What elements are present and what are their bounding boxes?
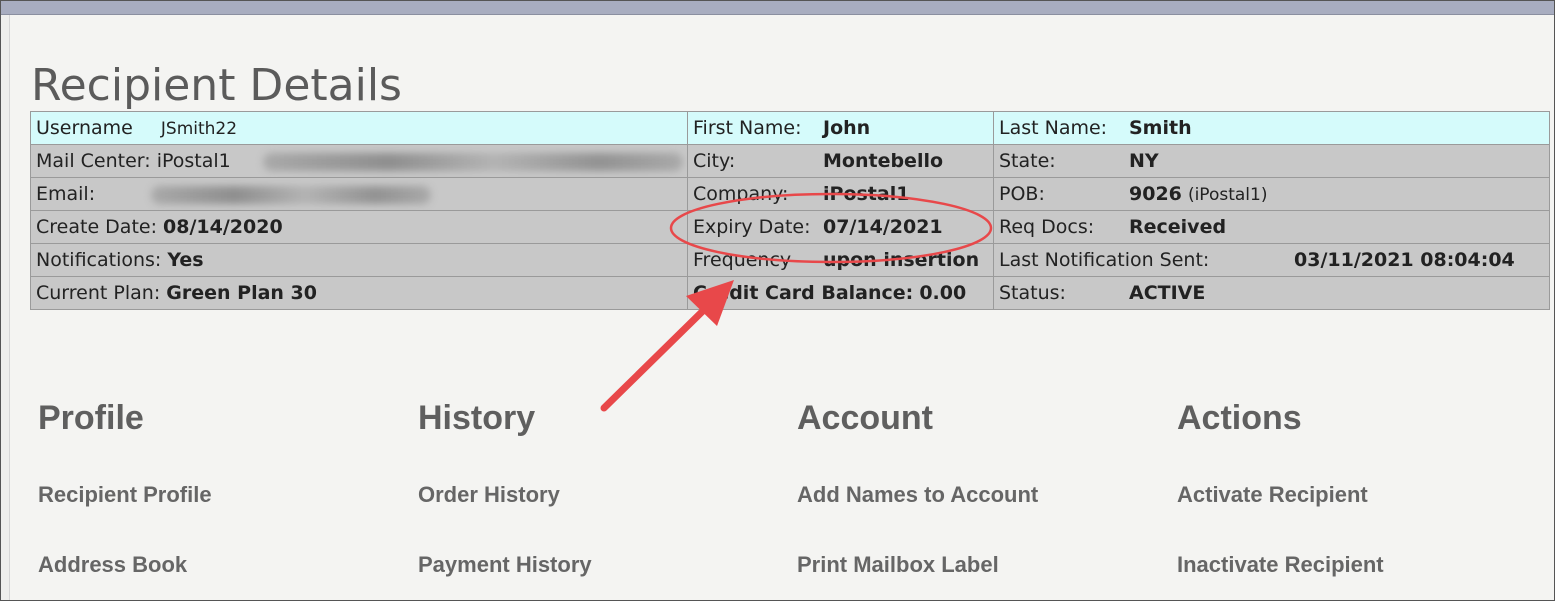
current-plan-cell: Current Plan: Green Plan 30 xyxy=(30,276,688,310)
print-mailbox-label-link[interactable]: Print Mailbox Label xyxy=(797,552,999,578)
last-notification-label: Last Notification Sent: xyxy=(999,249,1210,271)
email-cell: Email: xyxy=(30,177,688,211)
expiry-date-value: 07/14/2021 xyxy=(823,216,943,238)
recipient-profile-link[interactable]: Recipient Profile xyxy=(38,482,212,508)
details-row-plan: Current Plan: Green Plan 30 Credit Card … xyxy=(30,276,1550,310)
current-plan-value: Green Plan 30 xyxy=(166,282,318,304)
payment-history-link[interactable]: Payment History xyxy=(418,552,592,578)
company-value: iPostal1 xyxy=(823,183,910,205)
mail-center-value: iPostal1 xyxy=(156,150,231,172)
frequency-label: Frequency xyxy=(693,249,792,271)
first-name-value: John xyxy=(823,117,871,139)
pob-cell: POB: 9026 (iPostal1) xyxy=(993,177,1550,211)
pob-label: POB: xyxy=(999,183,1045,205)
city-value: Montebello xyxy=(823,150,944,172)
state-cell: State: NY xyxy=(993,144,1550,178)
frequency-value: upon insertion xyxy=(823,249,980,271)
cc-balance-label: Credit Card Balance: xyxy=(693,282,914,304)
state-value: NY xyxy=(1129,150,1159,172)
history-section: History Order History Payment History xyxy=(418,396,778,577)
cc-balance-cell: Credit Card Balance: 0.00 xyxy=(687,276,994,310)
mail-center-label: Mail Center: xyxy=(36,150,151,172)
email-label: Email: xyxy=(36,183,96,205)
city-cell: City: Montebello xyxy=(687,144,994,178)
account-heading: Account xyxy=(797,399,933,437)
details-row-contact: Email: Company: iPostal1 POB: 9026 (iPosta… xyxy=(30,177,1550,211)
cc-balance-value: 0.00 xyxy=(919,282,967,304)
create-date-value: 08/14/2020 xyxy=(163,216,283,238)
redacted-address xyxy=(262,152,683,171)
expiry-date-cell: Expiry Date: 07/14/2021 xyxy=(687,210,994,244)
city-label: City: xyxy=(693,150,736,172)
username-cell: Username JSmith22 xyxy=(30,111,688,145)
create-date-label: Create Date: xyxy=(36,216,157,238)
inactivate-recipient-link[interactable]: Inactivate Recipient xyxy=(1177,552,1384,578)
notifications-cell: Notifications: Yes xyxy=(30,243,688,277)
company-cell: Company: iPostal1 xyxy=(687,177,994,211)
address-book-link[interactable]: Address Book xyxy=(38,552,187,578)
status-cell: Status: ACTIVE xyxy=(993,276,1550,310)
actions-heading: Actions xyxy=(1177,399,1302,437)
recipient-details-table: Username JSmith22 First Name: John Last N… xyxy=(30,111,1550,310)
req-docs-label: Req Docs: xyxy=(999,216,1095,238)
status-label: Status: xyxy=(999,282,1066,304)
last-name-label: Last Name: xyxy=(999,117,1108,139)
create-date-cell: Create Date: 08/14/2020 xyxy=(30,210,688,244)
redacted-email xyxy=(151,185,432,204)
add-names-link[interactable]: Add Names to Account xyxy=(797,482,1038,508)
company-label: Company: xyxy=(693,183,789,205)
page-title: Recipient Details xyxy=(31,60,402,111)
expiry-date-label: Expiry Date: xyxy=(693,216,811,238)
account-section: Account Add Names to Account Print Mailb… xyxy=(797,396,1157,577)
first-name-label: First Name: xyxy=(693,117,802,139)
status-value: ACTIVE xyxy=(1129,282,1206,304)
username-value: JSmith22 xyxy=(160,119,238,139)
last-name-cell: Last Name: Smith xyxy=(993,111,1550,145)
username-label: Username xyxy=(36,117,133,139)
notifications-value: Yes xyxy=(167,249,204,271)
order-history-link[interactable]: Order History xyxy=(418,482,560,508)
state-label: State: xyxy=(999,150,1056,172)
frequency-cell: Frequency upon insertion xyxy=(687,243,994,277)
last-notification-value: 03/11/2021 08:04:04 xyxy=(1294,249,1515,271)
notifications-label: Notifications: xyxy=(36,249,162,271)
actions-section: Actions Activate Recipient Inactivate Re… xyxy=(1177,396,1537,577)
details-row-dates: Create Date: 08/14/2020 Expiry Date: 07/1… xyxy=(30,210,1550,244)
req-docs-value: Received xyxy=(1129,216,1227,238)
current-plan-label: Current Plan: xyxy=(36,282,161,304)
mail-center-cell: Mail Center: iPostal1 xyxy=(30,144,688,178)
history-heading: History xyxy=(418,399,536,437)
profile-heading: Profile xyxy=(38,399,144,437)
details-row-identity: Username JSmith22 First Name: John Last N… xyxy=(30,111,1550,145)
pob-value: 9026 xyxy=(1129,183,1182,205)
last-notification-cell: Last Notification Sent: 03/11/2021 08:04:… xyxy=(993,243,1550,277)
pob-suffix: (iPostal1) xyxy=(1187,185,1268,205)
details-row-location: Mail Center: iPostal1 City: Montebello St… xyxy=(30,144,1550,178)
first-name-cell: First Name: John xyxy=(687,111,994,145)
details-row-notifications: Notifications: Yes Frequency upon inserti… xyxy=(30,243,1550,277)
activate-recipient-link[interactable]: Activate Recipient xyxy=(1177,482,1368,508)
last-name-value: Smith xyxy=(1129,117,1192,139)
req-docs-cell: Req Docs: Received xyxy=(993,210,1550,244)
profile-section: Profile Recipient Profile Address Book xyxy=(38,396,398,577)
